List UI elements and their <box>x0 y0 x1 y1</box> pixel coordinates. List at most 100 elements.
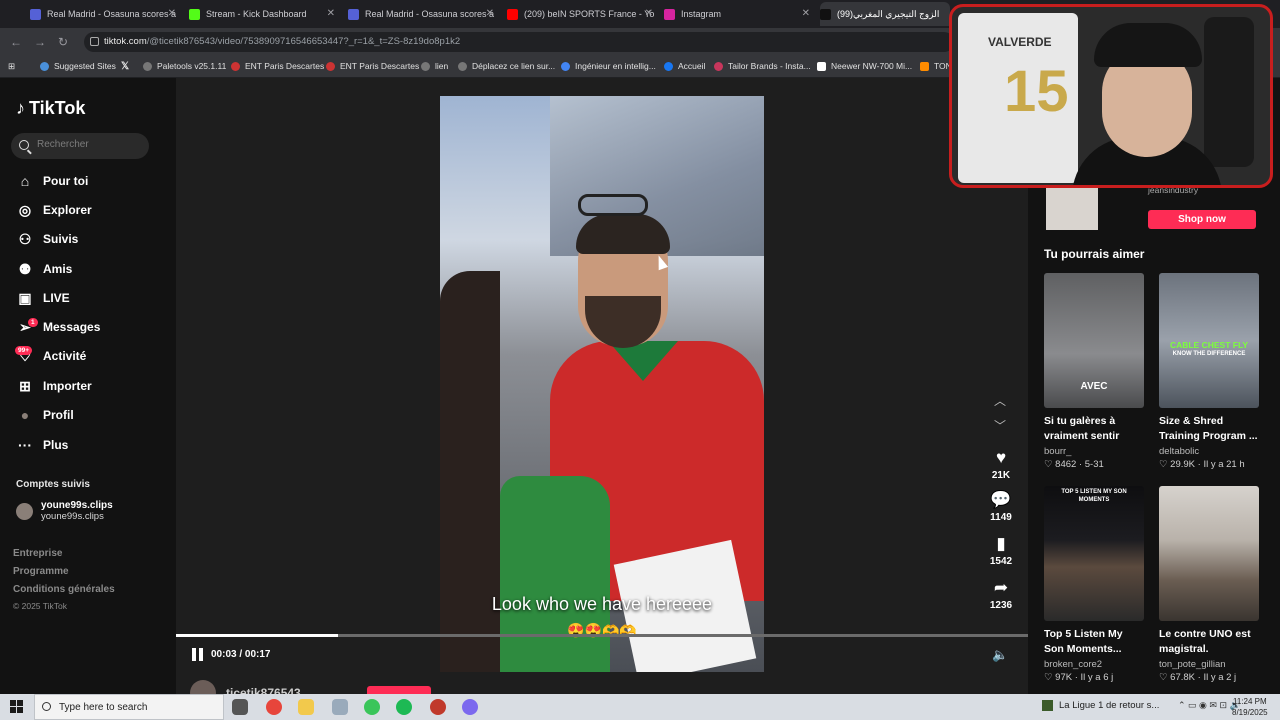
tab-favicon <box>30 8 41 20</box>
browser-tab-active[interactable]: (99)الزوج التيجيري المغربي <box>820 2 950 26</box>
close-tab-icon[interactable]: ✕ <box>645 8 653 19</box>
chrome-icon[interactable] <box>266 699 282 715</box>
jersey-number: 15 <box>1004 59 1069 124</box>
news-widget[interactable]: La Ligue 1 de retour s... <box>1042 700 1159 711</box>
nav-suivis[interactable]: ⚇ Suivis <box>16 228 79 250</box>
video-frame[interactable]: Look who we have hereeee 😍😍🫶🫶 <box>440 96 764 672</box>
card-likes: 97K <box>1055 672 1073 683</box>
next-video-icon[interactable]: ﹀ <box>994 417 1006 434</box>
card-date: Il y a 21 h <box>1203 459 1245 470</box>
follow-button[interactable] <box>367 686 431 694</box>
bookmark[interactable]: Paletools v25.1.11 <box>143 61 226 71</box>
nav-explorer[interactable]: ◎ Explorer <box>16 199 92 221</box>
app-icon[interactable] <box>430 699 446 715</box>
card-thumbnail: AVEC <box>1044 273 1144 408</box>
app-icon[interactable] <box>364 699 380 715</box>
bookmark[interactable]: lien <box>421 61 448 71</box>
tiktok-logo[interactable]: ♪ TikTok <box>16 98 85 119</box>
nav-profil[interactable]: ● Profil <box>16 404 74 426</box>
webcam-jersey: VALVERDE 15 <box>958 13 1078 183</box>
progress-bar[interactable] <box>176 634 1028 637</box>
previous-video-icon[interactable]: ︿ <box>994 392 1006 409</box>
spotify-icon[interactable] <box>396 699 412 715</box>
nav-plus[interactable]: ··· Plus <box>16 434 68 456</box>
card-date: Il y a 6 j <box>1080 672 1114 683</box>
comment-button[interactable]: 💬 1149 <box>982 490 1020 523</box>
browser-tab[interactable]: Instagram ✕ <box>664 2 814 26</box>
x-bookmark[interactable]: 𝕏 <box>121 61 129 72</box>
bookmark[interactable]: Neewer NW-700 Mi... <box>817 61 912 71</box>
tab-title: (99)الزوج التيجيري المغربي <box>837 8 940 19</box>
friends-icon: ⚉ <box>18 260 32 277</box>
reload-icon[interactable]: ↻ <box>58 35 68 49</box>
card-meta: ♡ 97K · Il y a 6 j <box>1044 672 1114 683</box>
footer-link-programme[interactable]: Programme <box>13 566 69 577</box>
bookmark-label: Tailor Brands - Insta... <box>728 61 811 71</box>
video-time: 00:03 / 00:17 <box>211 649 271 660</box>
bookmark[interactable]: Accueil <box>664 61 705 71</box>
tiktok-note-icon: ♪ <box>16 98 25 118</box>
comment-icon: 💬 <box>990 490 1012 509</box>
back-arrow-icon[interactable]: ← <box>10 35 22 49</box>
browser-tab[interactable]: Real Madrid - Osasuna scores a ✕ <box>30 2 180 26</box>
site-info-icon[interactable] <box>90 37 99 46</box>
bookmark-label: ENT Paris Descartes <box>245 61 325 71</box>
apps-icon[interactable]: ⊞ <box>8 61 15 72</box>
footer-link-conditions[interactable]: Conditions générales <box>13 584 115 595</box>
bookmark-icon <box>421 61 430 71</box>
close-tab-icon[interactable]: ✕ <box>168 8 176 19</box>
nav-live[interactable]: ▣ LIVE <box>16 287 70 309</box>
comment-count: 1149 <box>990 512 1012 523</box>
bookmark[interactable]: TON <box>920 61 952 71</box>
suggested-video-card[interactable]: TOP 5 LISTEN MY SON MOMENTS Top 5 Listen… <box>1044 486 1144 683</box>
bookmark[interactable]: Ingénieur en intellig... <box>561 61 656 71</box>
taskbar-search-input[interactable]: Type here to search <box>34 694 224 720</box>
volume-icon[interactable]: 🔈 <box>992 647 1008 663</box>
close-tab-icon[interactable]: ✕ <box>486 8 494 19</box>
like-button[interactable]: ♥ 21K <box>982 448 1020 481</box>
upload-icon: ⊞ <box>19 377 31 394</box>
nav-pour-toi[interactable]: ⌂ Pour toi <box>16 170 89 192</box>
suggested-video-card[interactable]: AVEC Si tu galères à vraiment sentir tes… <box>1044 273 1144 470</box>
windows-start-icon[interactable] <box>10 700 23 713</box>
bookmark[interactable]: Déplacez ce lien sur... <box>458 61 555 71</box>
heart-outline-icon: ♡ <box>1044 459 1056 470</box>
logo-text: TikTok <box>29 98 86 118</box>
bookmark-icon <box>714 61 723 71</box>
browser-tab[interactable]: Real Madrid - Osasuna scores a ✕ <box>348 2 498 26</box>
home-icon: ⌂ <box>20 173 30 189</box>
footer-link-entreprise[interactable]: Entreprise <box>13 548 62 559</box>
save-button[interactable]: ▮ 1542 <box>982 534 1020 567</box>
task-view-icon[interactable] <box>232 699 248 715</box>
share-count: 1236 <box>989 600 1013 611</box>
bookmark[interactable]: Suggested Sites <box>40 61 116 71</box>
nav-importer[interactable]: ⊞ Importer <box>16 375 92 397</box>
nav-amis[interactable]: ⚉ Amis <box>16 258 73 280</box>
browser-tab[interactable]: (209) beIN SPORTS France - Yo ✕ <box>507 2 657 26</box>
search-input[interactable]: Rechercher <box>11 133 149 159</box>
url-bar[interactable]: tiktok.com/@ticetik876543/video/75389097… <box>84 32 954 52</box>
followed-account[interactable]: youne99s.clips youne99s.clips <box>16 500 113 522</box>
card-likes: 29.9K <box>1170 459 1195 470</box>
shop-now-button[interactable]: Shop now <box>1148 210 1256 229</box>
app-icon[interactable] <box>462 699 478 715</box>
pause-icon[interactable] <box>192 648 204 661</box>
bookmark[interactable]: ENT Paris Descartes <box>326 61 419 71</box>
live-icon: ▣ <box>18 289 32 306</box>
taskbar-clock[interactable]: 11:24 PM 8/19/2025 <box>1232 696 1268 718</box>
bookmark-label: Déplacez ce lien sur... <box>472 61 556 71</box>
close-tab-icon[interactable]: ✕ <box>802 8 810 19</box>
share-button[interactable]: ➦ 1236 <box>982 578 1020 611</box>
suggested-video-card[interactable]: CABLE CHEST FLY KNOW THE DIFFERENCE Size… <box>1159 273 1259 470</box>
browser-tab[interactable]: Stream - Kick Dashboard ✕ <box>189 2 339 26</box>
file-explorer-icon[interactable] <box>298 699 314 715</box>
nav-label: LIVE <box>43 291 70 305</box>
bookmark[interactable]: ENT Paris Descartes <box>231 61 324 71</box>
close-tab-icon[interactable]: ✕ <box>327 8 335 19</box>
bookmark[interactable]: Tailor Brands - Insta... <box>714 61 811 71</box>
followed-accounts-title: Comptes suivis <box>16 479 90 490</box>
bookmark-label: Neewer NW-700 Mi... <box>831 61 913 71</box>
app-icon[interactable] <box>332 699 348 715</box>
suggested-video-card[interactable]: Le contre UNO est magistral. #pourtoi...… <box>1159 486 1259 683</box>
forward-arrow-icon[interactable]: → <box>34 35 46 49</box>
